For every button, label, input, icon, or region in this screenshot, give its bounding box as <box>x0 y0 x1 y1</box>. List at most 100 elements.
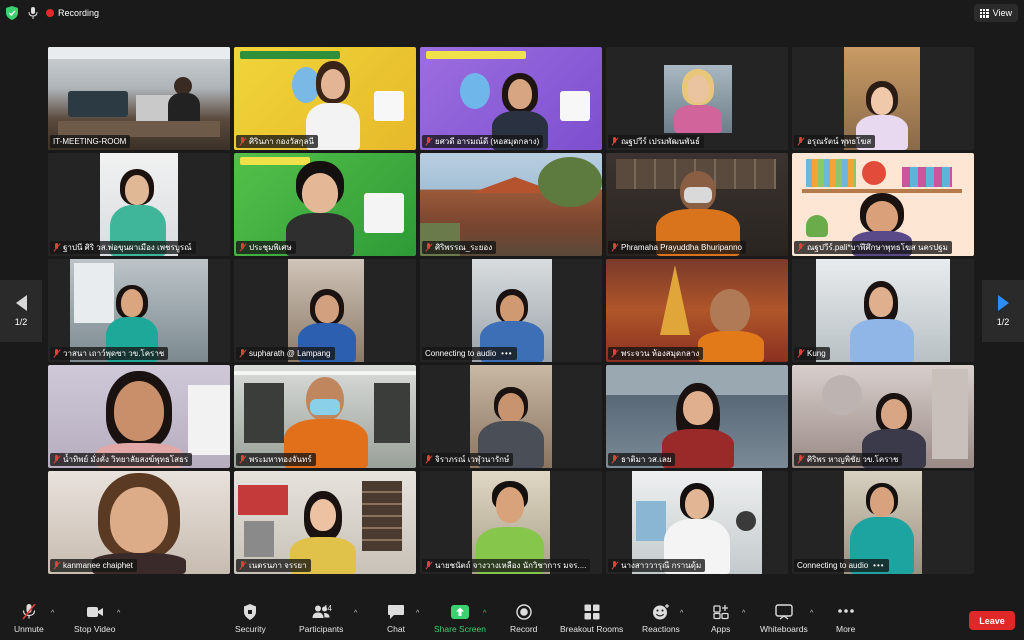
chat-button[interactable]: Chat <box>387 604 405 638</box>
participant-tile[interactable]: Connecting to audio ••• <box>792 471 974 574</box>
participant-name-tag: supharath @ Lampang <box>236 347 335 360</box>
participant-tile[interactable]: kanmanee chaiphet <box>48 471 230 574</box>
participant-name-tag: ณฐปวีร์ เปรมพัฒนพันธ์ <box>608 135 704 148</box>
participant-tile[interactable]: เนตรนภา จรรยา <box>234 471 416 574</box>
view-button[interactable]: View <box>973 4 1018 22</box>
participant-name: ฐาปนี ศิริ วส.พ่อขุนผาเมือง เพชรบูรณ์ <box>63 243 192 252</box>
participant-tile[interactable]: ศิรินภา กองวัสกุลนี <box>234 47 416 150</box>
view-label: View <box>992 8 1012 18</box>
chat-label: Chat <box>387 624 405 634</box>
more-options-icon[interactable]: ••• <box>873 561 884 570</box>
arrow-left-icon <box>15 295 27 311</box>
participant-tile[interactable]: Phramaha Prayuddha Bhuripanno <box>606 153 788 256</box>
recording-label: Recording <box>58 8 100 18</box>
security-label: Security <box>235 624 266 634</box>
participant-name: ธาติมา วส.เลย <box>621 455 672 464</box>
participant-tile[interactable]: จิราภรณ์ เวฬุวนารักษ์ <box>420 365 602 468</box>
participant-tile[interactable]: ศิริพรรณ_ระยอง <box>420 153 602 256</box>
participant-name-tag: อรุณรัตน์ พุทธโฆส <box>794 135 876 148</box>
participant-name-tag: นายชนัตถ์ จางวางเหลือง นักวิชาการ มจร...… <box>422 559 591 572</box>
next-page-button[interactable]: 1/2 <box>982 280 1024 342</box>
participant-name-tag: Phramaha Prayuddha Bhuripanno <box>608 241 746 254</box>
security-shield-icon <box>244 604 257 620</box>
share-options-chevron-icon[interactable]: ^ <box>483 610 486 617</box>
recording-indicator[interactable]: Recording <box>46 5 99 21</box>
participants-options-chevron-icon[interactable]: ^ <box>354 610 357 617</box>
video-gallery: IT-MEETING-ROOM ศิรินภา กองวัสกุลนี ยศวด… <box>48 47 976 577</box>
participant-name-tag: ประชุมพิเศษ <box>236 241 296 254</box>
video-camera-icon <box>86 607 103 617</box>
whiteboards-options-chevron-icon[interactable]: ^ <box>810 610 813 617</box>
record-label: Record <box>510 624 538 634</box>
audio-options-chevron-icon[interactable]: ^ <box>51 610 54 617</box>
more-button[interactable]: More <box>836 604 855 638</box>
participant-name: พระจวน ห้องสมุดกลาง <box>621 349 700 358</box>
more-label: More <box>836 624 856 634</box>
shield-icon[interactable] <box>6 6 18 20</box>
participant-name: ศิริพร หาญพิชัย วข.โคราช <box>807 455 899 464</box>
participant-tile[interactable]: พระมหาทองจันทร์ <box>234 365 416 468</box>
participant-tile[interactable]: IT-MEETING-ROOM <box>48 47 230 150</box>
whiteboards-button[interactable]: Whiteboards <box>760 604 808 638</box>
unmute-label: Unmute <box>14 624 44 634</box>
whiteboard-icon <box>775 604 793 620</box>
participant-tile[interactable]: ประชุมพิเศษ <box>234 153 416 256</box>
muted-mic-icon <box>797 455 804 464</box>
unmute-button[interactable]: Unmute <box>14 604 44 638</box>
muted-mic-icon <box>425 243 432 252</box>
chat-options-chevron-icon[interactable]: ^ <box>416 610 419 617</box>
reactions-options-chevron-icon[interactable]: ^ <box>680 610 683 617</box>
audio-level-icon <box>28 7 38 19</box>
record-button[interactable]: Record <box>510 604 537 638</box>
participant-tile[interactable]: supharath @ Lampang <box>234 259 416 362</box>
participant-name-tag: Connecting to audio ••• <box>794 559 889 572</box>
leave-button[interactable]: Leave <box>969 611 1015 630</box>
stop-video-button[interactable]: Stop Video <box>74 604 115 638</box>
participant-tile[interactable]: อรุณรัตน์ พุทธโฆส <box>792 47 974 150</box>
participant-name: นายชนัตถ์ จางวางเหลือง นักวิชาการ มจร...… <box>435 561 587 570</box>
participant-tile[interactable]: Connecting to audio ••• <box>420 259 602 362</box>
participant-name-tag: Kung <box>794 347 830 360</box>
participant-name-tag: ศิริพร หาญพิชัย วข.โคราช <box>794 453 903 466</box>
participant-tile[interactable]: ฐาปนี ศิริ วส.พ่อขุนผาเมือง เพชรบูรณ์ <box>48 153 230 256</box>
apps-button[interactable]: Apps <box>711 604 730 638</box>
muted-mic-icon <box>53 455 60 464</box>
participant-tile[interactable]: ณฐปวีร์.pali*บาฬีศึกษาพุทธโฆส นครปฐม <box>792 153 974 256</box>
stop-video-label: Stop Video <box>74 624 116 634</box>
participant-tile[interactable]: นายชนัตถ์ จางวางเหลือง นักวิชาการ มจร...… <box>420 471 602 574</box>
participant-tile[interactable]: น้ำทิพย์ มั่งคั่ง วิทยาลัยสงฆ์พุทธโสธร <box>48 365 230 468</box>
participant-name-tag: kanmanee chaiphet <box>50 559 137 572</box>
participant-name-tag: ศิรินภา กองวัสกุลนี <box>236 135 318 148</box>
participant-tile[interactable]: ศิริพร หาญพิชัย วข.โคราช <box>792 365 974 468</box>
breakout-rooms-button[interactable]: Breakout Rooms <box>560 604 623 638</box>
more-options-icon[interactable]: ••• <box>501 349 512 358</box>
participant-name-tag: ศิริพรรณ_ระยอง <box>422 241 497 254</box>
grid-view-icon <box>979 8 989 18</box>
muted-mic-icon <box>611 243 618 252</box>
video-options-chevron-icon[interactable]: ^ <box>117 610 120 617</box>
participant-tile[interactable]: ธาติมา วส.เลย <box>606 365 788 468</box>
participant-tile[interactable]: ยศวดี อารมณ์ดี (หอสมุดกลาง) <box>420 47 602 150</box>
reactions-button[interactable]: Reactions <box>642 604 680 638</box>
muted-mic-icon <box>239 137 246 146</box>
participant-name: ณฐปวีร์.pali*บาฬีศึกษาพุทธโฆส นครปฐม <box>807 243 948 252</box>
participant-name: Connecting to audio <box>425 349 497 358</box>
participant-tile[interactable]: Kung <box>792 259 974 362</box>
smiley-face-icon <box>652 604 669 620</box>
share-screen-button[interactable]: Share Screen <box>434 604 486 638</box>
participant-tile[interactable]: นางสาววารุณี กรานดุ้ม <box>606 471 788 574</box>
participant-tile[interactable]: วาสนา เถาว์พุดซา วข.โคราช <box>48 259 230 362</box>
participant-tile[interactable]: ณฐปวีร์ เปรมพัฒนพันธ์ <box>606 47 788 150</box>
participant-name-tag: เนตรนภา จรรยา <box>236 559 311 572</box>
apps-icon <box>713 605 729 620</box>
participant-name: พระมหาทองจันทร์ <box>249 455 312 464</box>
participant-name: วาสนา เถาว์พุดซา วข.โคราช <box>63 349 165 358</box>
previous-page-button[interactable]: 1/2 <box>0 280 42 342</box>
participant-name: ประชุมพิเศษ <box>249 243 292 252</box>
participant-tile[interactable]: พระจวน ห้องสมุดกลาง <box>606 259 788 362</box>
record-dot-icon <box>46 9 54 17</box>
microphone-muted-icon <box>22 604 36 620</box>
apps-options-chevron-icon[interactable]: ^ <box>742 610 745 617</box>
participants-button[interactable]: 44 Participants <box>299 604 343 638</box>
security-button[interactable]: Security <box>235 604 266 638</box>
